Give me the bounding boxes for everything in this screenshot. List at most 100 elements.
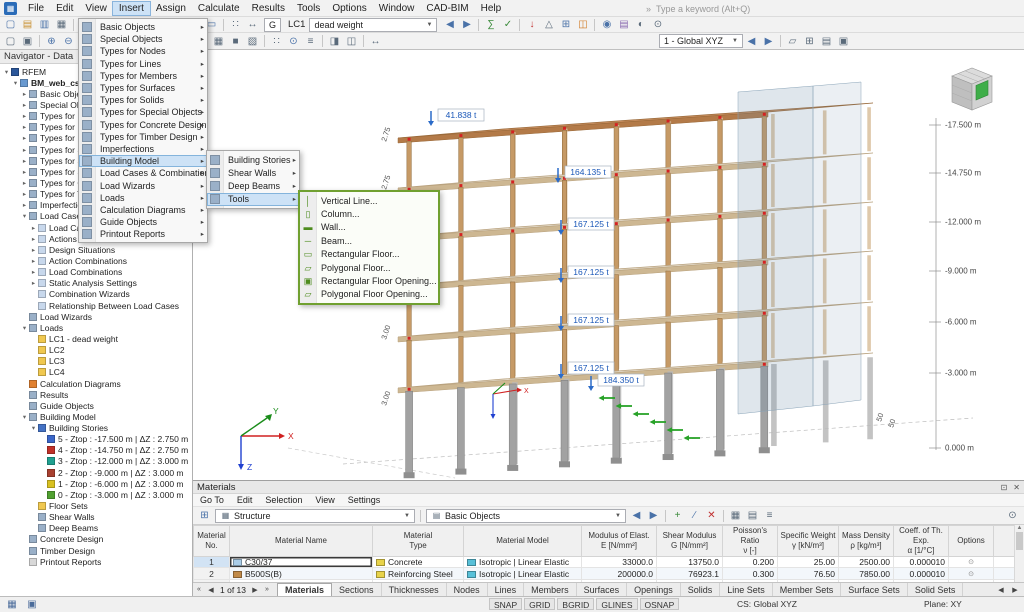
bm-item-building-stories[interactable]: Building Stories▸	[207, 153, 299, 166]
core-wall[interactable]	[813, 82, 861, 406]
expander-icon[interactable]: ▸	[20, 146, 29, 154]
value-cell-g[interactable]: 13750.0	[657, 557, 723, 568]
column[interactable]	[459, 286, 464, 335]
column-header-specific-weight[interactable]: Specific Weightγ [kN/m³]	[778, 526, 839, 557]
node-marker[interactable]	[511, 180, 514, 183]
menu-file[interactable]: File	[22, 2, 50, 15]
solid-display-icon[interactable]: ■	[227, 34, 244, 48]
measure-icon[interactable]: ↔	[367, 34, 384, 48]
tree-item[interactable]: ▸Design Situations	[0, 244, 192, 255]
column[interactable]	[510, 282, 515, 331]
toggle-bgrid[interactable]: BGRID	[557, 598, 594, 610]
column[interactable]	[562, 229, 567, 276]
clipping-icon[interactable]: ◨	[326, 34, 343, 48]
insert-item-types-for-solids[interactable]: Types for Solids▸	[79, 94, 207, 106]
table-tab-openings[interactable]: Openings	[627, 583, 681, 597]
expander-icon[interactable]: ▾	[29, 424, 38, 432]
expander-icon[interactable]: ▾	[11, 79, 20, 87]
value-cell-gamma[interactable]: 25.00	[778, 557, 839, 568]
expander-icon[interactable]: ▸	[20, 168, 29, 176]
insert-item-special-objects[interactable]: Special Objects▸	[79, 33, 207, 45]
insert-item-basic-objects[interactable]: Basic Objects▸	[79, 21, 207, 33]
node-marker[interactable]	[459, 184, 462, 187]
data-navigator-icon[interactable]: ▦	[4, 598, 20, 611]
column[interactable]	[561, 380, 568, 466]
edit-row-icon[interactable]: ∕	[686, 509, 703, 523]
node-marker[interactable]	[763, 261, 766, 264]
tools-item-rectangular-floor-opening[interactable]: ▣Rectangular Floor Opening...	[300, 274, 438, 287]
expander-icon[interactable]: ▸	[20, 90, 29, 98]
navigation-cube[interactable]	[952, 68, 992, 110]
column[interactable]	[562, 180, 567, 227]
column[interactable]	[718, 218, 723, 265]
tree-item[interactable]: Concrete Design	[0, 534, 192, 545]
column[interactable]	[459, 237, 464, 284]
insert-item-types-for-lines[interactable]: Types for Lines▸	[79, 58, 207, 70]
column[interactable]	[614, 226, 619, 273]
value-cell-gamma[interactable]: 76.50	[778, 568, 839, 579]
node-marker[interactable]	[563, 127, 566, 130]
bm-item-deep-beams[interactable]: Deep Beams▸	[207, 179, 299, 192]
node-marker[interactable]	[563, 226, 566, 229]
expander-icon[interactable]: ▸	[29, 257, 38, 265]
select-special-icon[interactable]: ▣	[19, 34, 36, 48]
table-tab-solids[interactable]: Solids	[681, 583, 721, 597]
materials-menu-edit[interactable]: Edit	[237, 495, 253, 505]
tree-item[interactable]: Shear Walls	[0, 512, 192, 523]
insert-item-printout-reports[interactable]: Printout Reports▸	[79, 228, 207, 240]
menu-calculate[interactable]: Calculate	[192, 2, 246, 15]
node-marker[interactable]	[718, 116, 721, 119]
tree-item[interactable]: 0 - Ztop : -3.000 m | ΔZ : 3.000 m	[0, 489, 192, 500]
tree-item[interactable]: LC4	[0, 367, 192, 378]
column[interactable]	[614, 127, 619, 175]
tools-item-polygonal-floor-opening[interactable]: ▱Polygonal Floor Opening...	[300, 288, 438, 301]
table-tab-members[interactable]: Members	[524, 583, 577, 597]
expander-icon[interactable]: ▸	[20, 179, 29, 187]
tree-item[interactable]: ▸Action Combinations	[0, 255, 192, 266]
value-cell-alpha[interactable]: 0.000010	[894, 557, 949, 568]
materials-menu-go-to[interactable]: Go To	[200, 495, 224, 505]
tree-item[interactable]: 4 - Ztop : -14.750 m | ΔZ : 2.750 m	[0, 445, 192, 456]
row-number-cell[interactable]: 2	[194, 568, 230, 579]
open-icon[interactable]: ▤	[19, 18, 36, 32]
node-marker[interactable]	[718, 166, 721, 169]
tree-item[interactable]: ▾Loads	[0, 322, 192, 333]
options-cell[interactable]: ⊙	[949, 557, 994, 568]
column[interactable]	[718, 318, 723, 367]
column[interactable]	[718, 267, 723, 316]
menu-cad-bim[interactable]: CAD-BIM	[420, 2, 474, 15]
insert-item-load-wizards[interactable]: Load Wizards▸	[79, 179, 207, 191]
tree-item[interactable]: Printout Reports	[0, 556, 192, 567]
next-load-case-icon[interactable]: ▶	[458, 18, 475, 32]
insert-item-loads[interactable]: Loads▸	[79, 192, 207, 204]
table-tab-materials[interactable]: Materials	[277, 583, 332, 597]
expander-icon[interactable]: ▸	[29, 235, 38, 243]
tree-item[interactable]: LC1 - dead weight	[0, 333, 192, 344]
filter-icon[interactable]: ≡	[761, 509, 778, 523]
tabs-scroll-right-icon[interactable]: ▶	[1009, 586, 1021, 594]
menu-assign[interactable]: Assign	[150, 2, 192, 15]
column[interactable]	[614, 326, 619, 375]
tree-item[interactable]: 5 - Ztop : -17.500 m | ΔZ : 2.750 m	[0, 434, 192, 445]
column[interactable]	[716, 369, 723, 455]
fullscreen-icon[interactable]: ▣	[835, 34, 852, 48]
materials-menu-view[interactable]: View	[315, 495, 334, 505]
node-marker[interactable]	[763, 113, 766, 116]
transparent-display-icon[interactable]: ▧	[244, 34, 261, 48]
loads-icon[interactable]: ↓	[523, 18, 540, 32]
tree-item[interactable]: 2 - Ztop : -9.000 m | ΔZ : 3.000 m	[0, 467, 192, 478]
zoom-in-icon[interactable]: ⊕	[43, 34, 60, 48]
expander-icon[interactable]: ▸	[29, 268, 38, 276]
insert-item-calculation-diagrams[interactable]: Calculation Diagrams▸	[79, 204, 207, 216]
load-resultant-label[interactable]: 41.838 t	[428, 109, 484, 126]
new-model-icon[interactable]: ▢	[2, 18, 19, 32]
zoom-out-icon[interactable]: ⊖	[60, 34, 77, 48]
column-header-modulus-of-elast[interactable]: Modulus of Elast.E [N/mm²]	[582, 526, 657, 557]
node-marker[interactable]	[615, 123, 618, 126]
building-model[interactable]	[398, 82, 873, 478]
bm-item-tools[interactable]: Tools▸	[207, 193, 299, 206]
node-marker[interactable]	[763, 363, 766, 366]
dock-icon[interactable]: ⊡	[1001, 483, 1008, 492]
expander-icon[interactable]: ▸	[20, 201, 29, 209]
snap-icon[interactable]: ⊙	[285, 34, 302, 48]
